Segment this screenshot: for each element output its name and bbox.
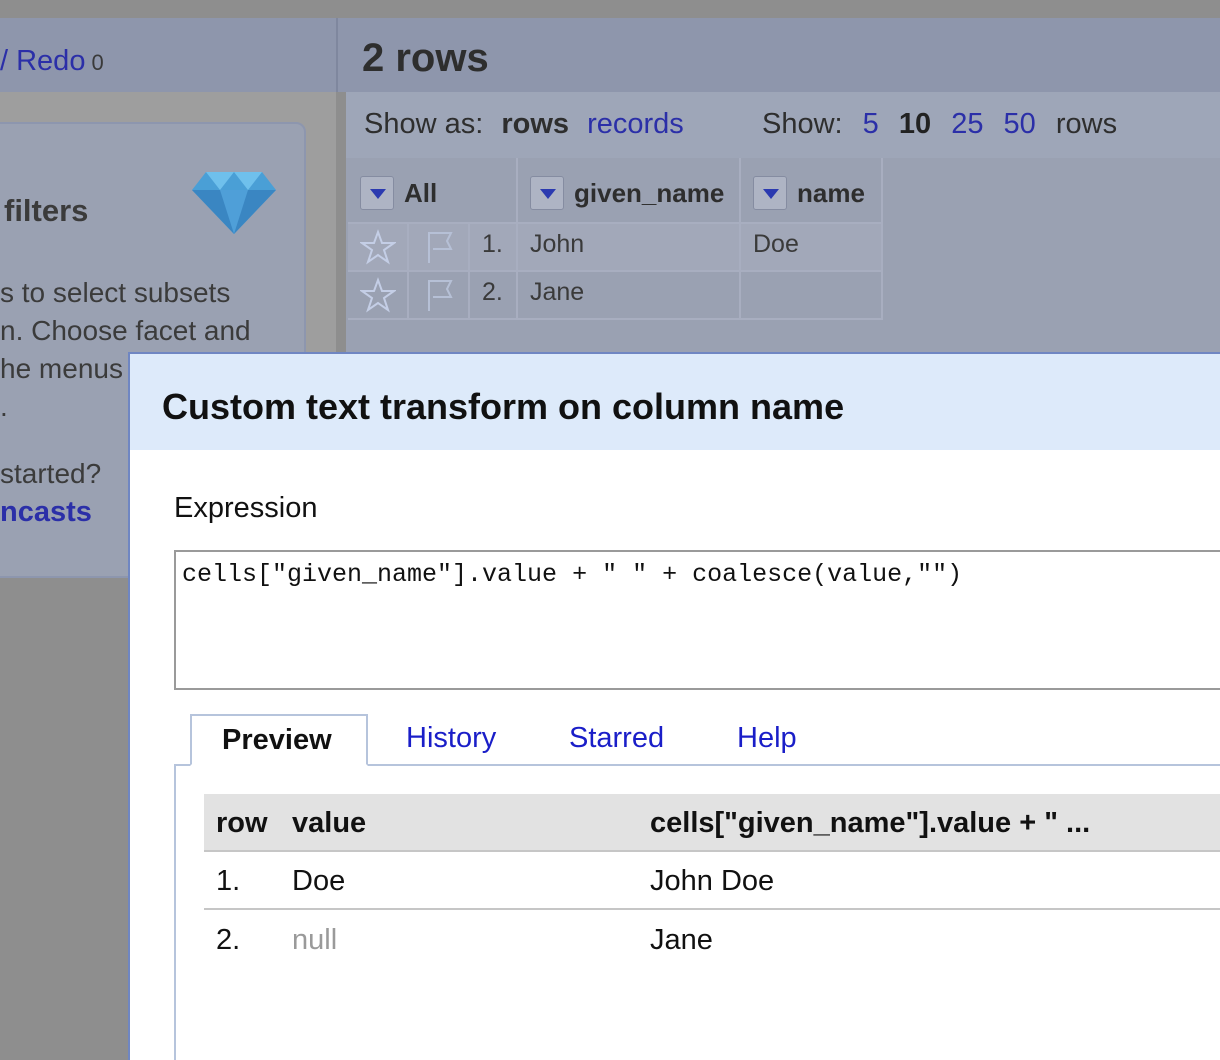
- column-header-name: name: [741, 158, 883, 224]
- table-row: 2. null Jane: [204, 911, 1220, 969]
- preview-original-value: Doe: [292, 865, 346, 897]
- flag-icon[interactable]: [423, 277, 459, 313]
- cell-value: Doe: [753, 230, 799, 258]
- preview-original-value: null: [292, 924, 338, 956]
- custom-transform-dialog: Custom text transform on column name Exp…: [128, 352, 1220, 1060]
- preview-header-row: row value cells["given_name"].value + " …: [204, 794, 1220, 852]
- star-icon[interactable]: [360, 229, 396, 265]
- row-index-cell: 2.: [470, 272, 518, 320]
- page-size-control: Show: 5 10 25 50 rows: [762, 108, 1129, 141]
- page-size-10-selected: 10: [898, 108, 932, 140]
- show-as-rows: rows: [501, 108, 570, 140]
- column-header-label: name: [797, 178, 865, 208]
- undo-redo-label[interactable]: / Redo: [0, 45, 85, 77]
- facet-help-line: n. Choose facet and: [0, 315, 251, 346]
- preview-header-result-col: cells["given_name"].value + " ...: [650, 807, 1091, 839]
- star-cell[interactable]: [348, 224, 409, 272]
- row-index-cell: 1.: [470, 224, 518, 272]
- flag-cell[interactable]: [409, 224, 470, 272]
- tab-label: History: [406, 722, 497, 754]
- page-size-50-link[interactable]: 50: [1004, 108, 1036, 140]
- preview-row-index: 1.: [216, 865, 241, 897]
- tab-label: Preview: [222, 724, 332, 756]
- data-cell[interactable]: Doe: [741, 224, 883, 272]
- page-size-5-link[interactable]: 5: [863, 108, 879, 140]
- screencasts-link[interactable]: ncasts: [0, 496, 92, 529]
- tab-preview[interactable]: Preview: [190, 714, 368, 766]
- column-header-label: given_name: [574, 178, 725, 208]
- column-header-given-name: given_name: [518, 158, 741, 224]
- cell-value: John: [530, 230, 585, 258]
- facet-help-line: s to select subsets: [0, 277, 231, 308]
- cell-value: Jane: [530, 278, 585, 306]
- row-index: 2.: [482, 278, 503, 306]
- data-cell[interactable]: [741, 272, 883, 320]
- page-size-25-link[interactable]: 25: [951, 108, 983, 140]
- preview-row-index: 2.: [216, 924, 241, 956]
- star-icon[interactable]: [360, 277, 396, 313]
- star-cell[interactable]: [348, 272, 409, 320]
- data-cell[interactable]: Jane: [518, 272, 741, 320]
- expression-label: Expression: [174, 492, 318, 524]
- column-menu-dropdown-icon[interactable]: [360, 176, 394, 210]
- column-header-all: All: [348, 158, 518, 224]
- preview-header-value-col: value: [292, 807, 367, 839]
- column-menu-dropdown-icon[interactable]: [530, 176, 564, 210]
- show-as-records-link[interactable]: records: [587, 108, 684, 140]
- preview-header-row-col: row: [216, 807, 268, 839]
- show-as-control: Show as: rows records: [364, 108, 684, 141]
- flag-cell[interactable]: [409, 272, 470, 320]
- getting-started-text: started?: [0, 458, 102, 489]
- data-cell[interactable]: John: [518, 224, 741, 272]
- row-count-title: 2 rows: [362, 36, 489, 80]
- tab-label: Help: [737, 722, 797, 754]
- table-row: 1. Doe John Doe: [204, 852, 1220, 910]
- undo-redo-count: 0: [91, 50, 104, 75]
- undo-redo-tab[interactable]: / Redo 0: [0, 45, 104, 78]
- expression-text[interactable]: cells["given_name"].value + " " + coales…: [182, 560, 962, 589]
- rows-suffix: rows: [1055, 108, 1118, 140]
- facet-title: filters: [4, 193, 89, 228]
- show-as-label: Show as:: [364, 108, 484, 140]
- preview-result-value: John Doe: [650, 865, 775, 897]
- row-index: 1.: [482, 230, 503, 258]
- preview-result-value: Jane: [650, 924, 713, 956]
- dialog-title: Custom text transform on column name: [162, 386, 845, 427]
- show-label: Show:: [762, 108, 843, 140]
- flag-icon[interactable]: [423, 229, 459, 265]
- column-header-label: All: [404, 178, 438, 208]
- tab-label: Starred: [569, 722, 665, 754]
- dialog-header[interactable]: Custom text transform on column name: [130, 354, 1220, 450]
- column-menu-dropdown-icon[interactable]: [753, 176, 787, 210]
- diamond-icon: [192, 172, 276, 234]
- expression-textarea[interactable]: cells["given_name"].value + " " + coales…: [174, 550, 1220, 690]
